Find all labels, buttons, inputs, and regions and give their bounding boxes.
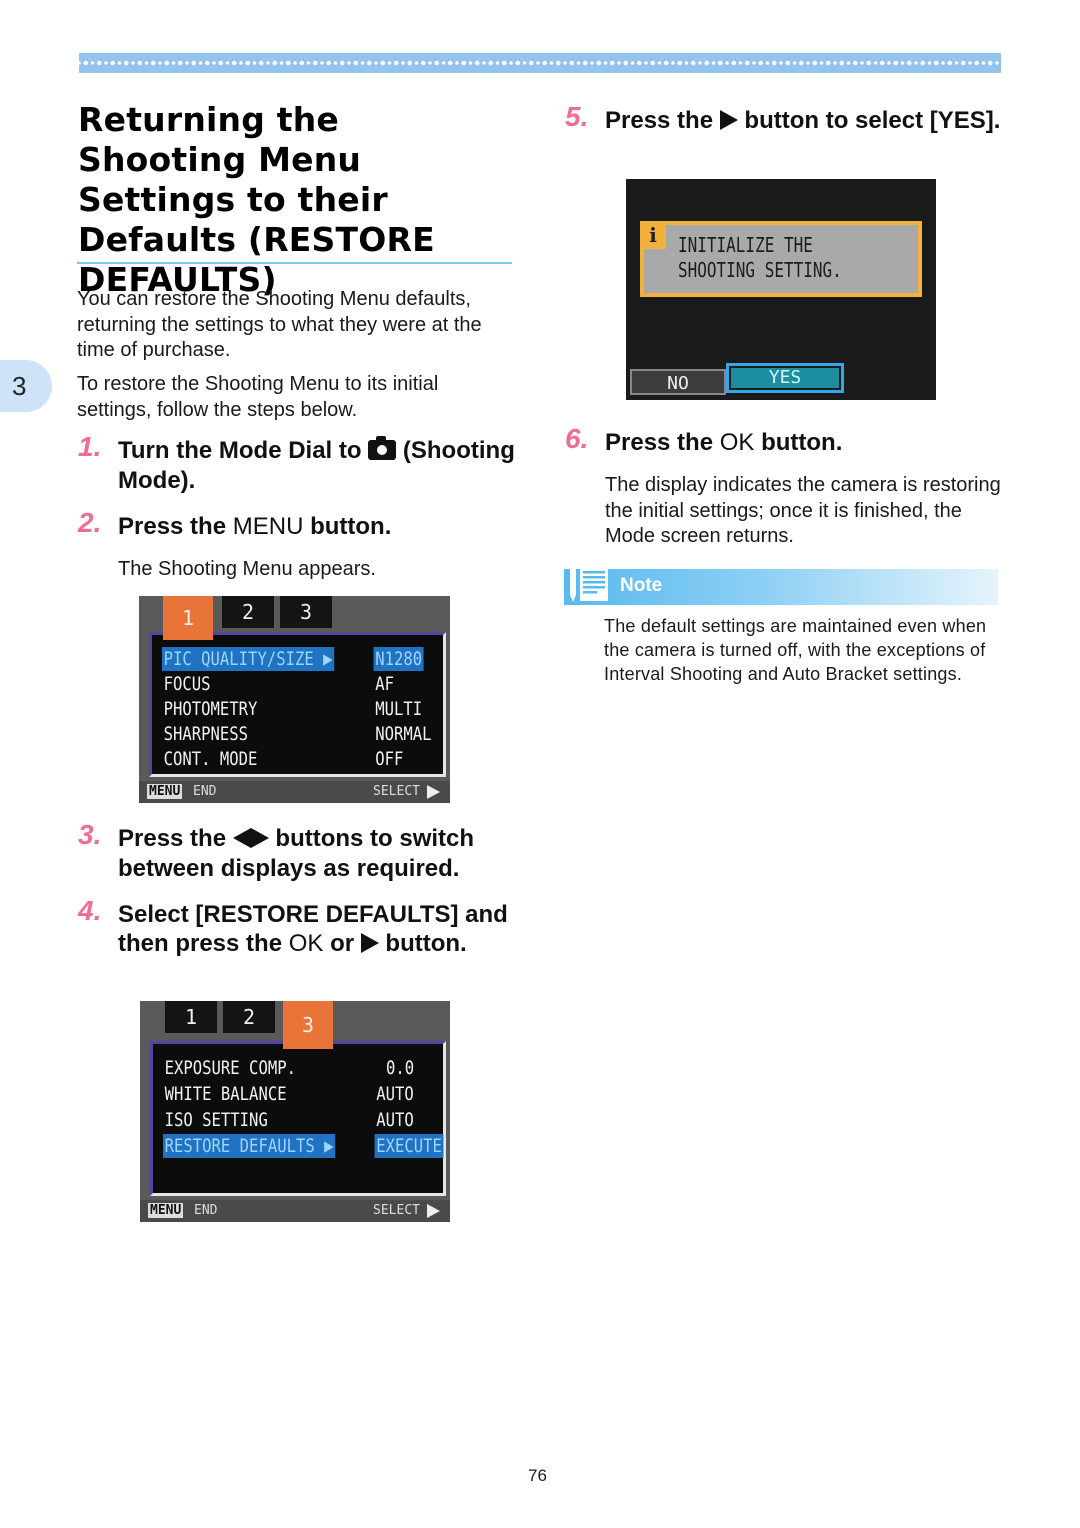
- select-label: SELECT: [373, 1203, 420, 1218]
- step-text: Press the: [118, 513, 227, 540]
- step-text: Press the: [605, 429, 714, 456]
- step-text: button.: [385, 930, 467, 957]
- camera-menu-screen-2: 1 2 3 EXPOSURE COMP. 0.0 WHITE BALANCE AUT…: [140, 1001, 450, 1222]
- right-arrow-icon: [360, 933, 379, 953]
- note-icon: [570, 567, 608, 602]
- note-text: The default settings are maintained even…: [604, 616, 987, 684]
- select-arrow-icon: [427, 1204, 440, 1218]
- menu-tab-3: 3: [283, 1001, 333, 1049]
- select-arrow-icon: [427, 785, 440, 799]
- step-text: or: [330, 930, 355, 957]
- chapter-tab: 3: [0, 360, 52, 412]
- dialog-message-line-1: INITIALIZE THE: [678, 233, 813, 257]
- row-value: AUTO: [376, 1083, 414, 1105]
- end-label: END: [193, 784, 217, 799]
- row-value: EXECUTE: [374, 1134, 444, 1158]
- row-value: N1280: [373, 647, 424, 671]
- step-number: 6.: [565, 423, 589, 454]
- ok-key-label: OK: [719, 429, 755, 456]
- menu-row: PHOTOMETRY MULTI: [162, 697, 422, 721]
- row-label: CONT. MODE: [163, 748, 258, 770]
- screen-footer: MENU END SELECT: [140, 1200, 450, 1222]
- menu-key-label: MENU: [232, 513, 304, 540]
- row-label: EXPOSURE COMP.: [164, 1057, 296, 1079]
- row-label: FOCUS: [163, 673, 211, 695]
- info-icon: i: [640, 221, 666, 249]
- step-text: button.: [761, 429, 843, 456]
- note-title: Note: [620, 575, 663, 596]
- camera-confirm-dialog-screen: i INITIALIZE THE SHOOTING SETTING. NO YE…: [626, 179, 936, 400]
- menu-key-badge: MENU: [147, 784, 183, 799]
- row-label: PIC QUALITY/SIZE ▶: [162, 647, 335, 671]
- step-number: 1.: [78, 431, 102, 462]
- dialog-message-box: i INITIALIZE THE SHOOTING SETTING.: [640, 221, 922, 297]
- row-label: PHOTOMETRY: [163, 698, 258, 720]
- step-text: button.: [310, 513, 392, 540]
- step-5: 5. Press the button to select [YES].: [565, 102, 1005, 136]
- row-value: NORMAL: [375, 723, 432, 745]
- menu-panel: EXPOSURE COMP. 0.0 WHITE BALANCE AUTO ISO …: [150, 1041, 446, 1196]
- row-label: RESTORE DEFAULTS ▶: [163, 1134, 336, 1158]
- step-text: Press the: [605, 107, 714, 134]
- chapter-number: 3: [12, 370, 27, 401]
- page-title: Returning the Shooting Menu Settings to …: [78, 100, 435, 299]
- step-2-result: The Shooting Menu appears.: [118, 558, 376, 580]
- intro-paragraph-1: You can restore the Shooting Menu defaul…: [77, 288, 482, 361]
- row-value: MULTI: [375, 698, 423, 720]
- camera-menu-screen-1: 1 2 3 PIC QUALITY/SIZE ▶ N1280 FOCUS AF PH…: [139, 596, 450, 803]
- step-number: 3.: [78, 819, 102, 850]
- menu-panel: PIC QUALITY/SIZE ▶ N1280 FOCUS AF PHOTOMET…: [149, 632, 446, 777]
- menu-row: EXPOSURE COMP. 0.0: [163, 1056, 415, 1080]
- yes-label: YES: [731, 368, 839, 388]
- menu-key-badge: MENU: [148, 1203, 184, 1218]
- step-2: 2. Press the MENU button.: [78, 508, 518, 542]
- dialog-yes-option: YES: [726, 363, 844, 393]
- step-text: Turn the Mode Dial to: [118, 437, 362, 464]
- decorative-header-band: [79, 53, 1001, 73]
- row-label: SHARPNESS: [163, 723, 249, 745]
- dialog-message-line-2: SHOOTING SETTING.: [678, 258, 842, 282]
- ok-key-label: OK: [288, 930, 324, 957]
- step-1: 1. Turn the Mode Dial to (Shooting Mode)…: [78, 432, 518, 496]
- row-value: OFF: [375, 748, 404, 770]
- step-6-result: The display indicates the camera is rest…: [605, 474, 1001, 547]
- step-6: 6. Press the OK button.: [565, 424, 1005, 458]
- select-label: SELECT: [373, 784, 420, 799]
- row-value: AF: [375, 673, 394, 695]
- row-value: AUTO: [376, 1109, 414, 1131]
- menu-tab-3: 3: [280, 596, 332, 628]
- step-number: 2.: [78, 507, 102, 538]
- menu-row: FOCUS AF: [162, 672, 394, 696]
- step-text: Press the: [118, 825, 227, 852]
- dialog-no-option: NO: [630, 369, 726, 395]
- camera-icon: [368, 436, 397, 460]
- step-number: 5.: [565, 101, 589, 132]
- page-number: 76: [528, 1466, 547, 1485]
- menu-row: CONT. MODE OFF: [162, 747, 404, 771]
- menu-tab-1: 1: [163, 596, 213, 640]
- intro-paragraph-2: To restore the Shooting Menu to its init…: [77, 373, 439, 421]
- menu-row: RESTORE DEFAULTS ▶ EXECUTE: [163, 1134, 444, 1158]
- note-header: Note: [564, 567, 998, 605]
- step-3: 3. Press the buttons to switch between d…: [78, 820, 518, 884]
- menu-tab-2: 2: [223, 1001, 275, 1033]
- row-label: ISO SETTING: [164, 1109, 268, 1131]
- menu-tab-2: 2: [222, 596, 274, 628]
- step-number: 4.: [78, 895, 102, 926]
- end-label: END: [194, 1203, 218, 1218]
- menu-row: ISO SETTING AUTO: [163, 1108, 414, 1132]
- row-value: 0.0: [386, 1057, 415, 1079]
- menu-row: SHARPNESS NORMAL: [162, 722, 432, 746]
- left-right-arrows-icon: [232, 825, 269, 852]
- title-divider: [77, 262, 512, 264]
- menu-row: PIC QUALITY/SIZE ▶ N1280: [162, 647, 424, 671]
- menu-row: WHITE BALANCE AUTO: [163, 1082, 414, 1106]
- right-arrow-icon: [719, 110, 738, 130]
- menu-tab-1: 1: [165, 1001, 217, 1033]
- step-4: 4. Select [RESTORE DEFAULTS] and then pr…: [78, 896, 518, 958]
- step-text: button to select [YES].: [744, 107, 1001, 134]
- screen-footer: MENU END SELECT: [139, 781, 450, 803]
- row-label: WHITE BALANCE: [164, 1083, 287, 1105]
